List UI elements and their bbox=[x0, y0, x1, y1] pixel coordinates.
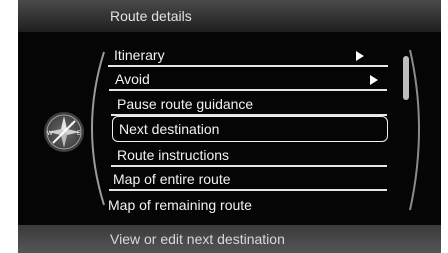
menu-item-label: Route instructions bbox=[117, 147, 230, 163]
menu-item-route-instructions[interactable]: Route instructions bbox=[111, 144, 387, 167]
menu-item-label: Next destination bbox=[119, 121, 220, 137]
menu-item-label: Map of remaining route bbox=[108, 197, 252, 213]
menu-item-label: Pause route guidance bbox=[117, 96, 254, 112]
menu-item-pause-route-guidance[interactable]: Pause route guidance bbox=[111, 93, 387, 116]
submenu-arrow-icon bbox=[370, 75, 378, 85]
menu-item-next-destination[interactable]: Next destination bbox=[112, 116, 388, 142]
divider bbox=[111, 165, 387, 167]
menu-item-label: Itinerary bbox=[114, 47, 165, 63]
menu-item-label: Avoid bbox=[115, 71, 150, 87]
menu-item-label: Map of entire route bbox=[113, 171, 231, 187]
menu-item-itinerary[interactable]: Itinerary bbox=[108, 44, 388, 67]
menu-item-map-of-entire-route[interactable]: Map of entire route bbox=[109, 168, 387, 191]
nav-screen: Route details W E Itinerary Avoid Pause … bbox=[18, 0, 441, 253]
footer-bar: View or edit next destination bbox=[18, 225, 441, 253]
menu-item-map-of-remaining-route[interactable]: Map of remaining route bbox=[106, 194, 388, 216]
menu-item-avoid[interactable]: Avoid bbox=[109, 68, 387, 91]
divider bbox=[109, 89, 387, 91]
submenu-arrow-icon bbox=[356, 51, 364, 61]
divider bbox=[109, 189, 387, 191]
route-menu: Itinerary Avoid Pause route guidance Nex… bbox=[18, 0, 441, 253]
divider bbox=[108, 65, 388, 67]
help-text: View or edit next destination bbox=[110, 231, 285, 247]
